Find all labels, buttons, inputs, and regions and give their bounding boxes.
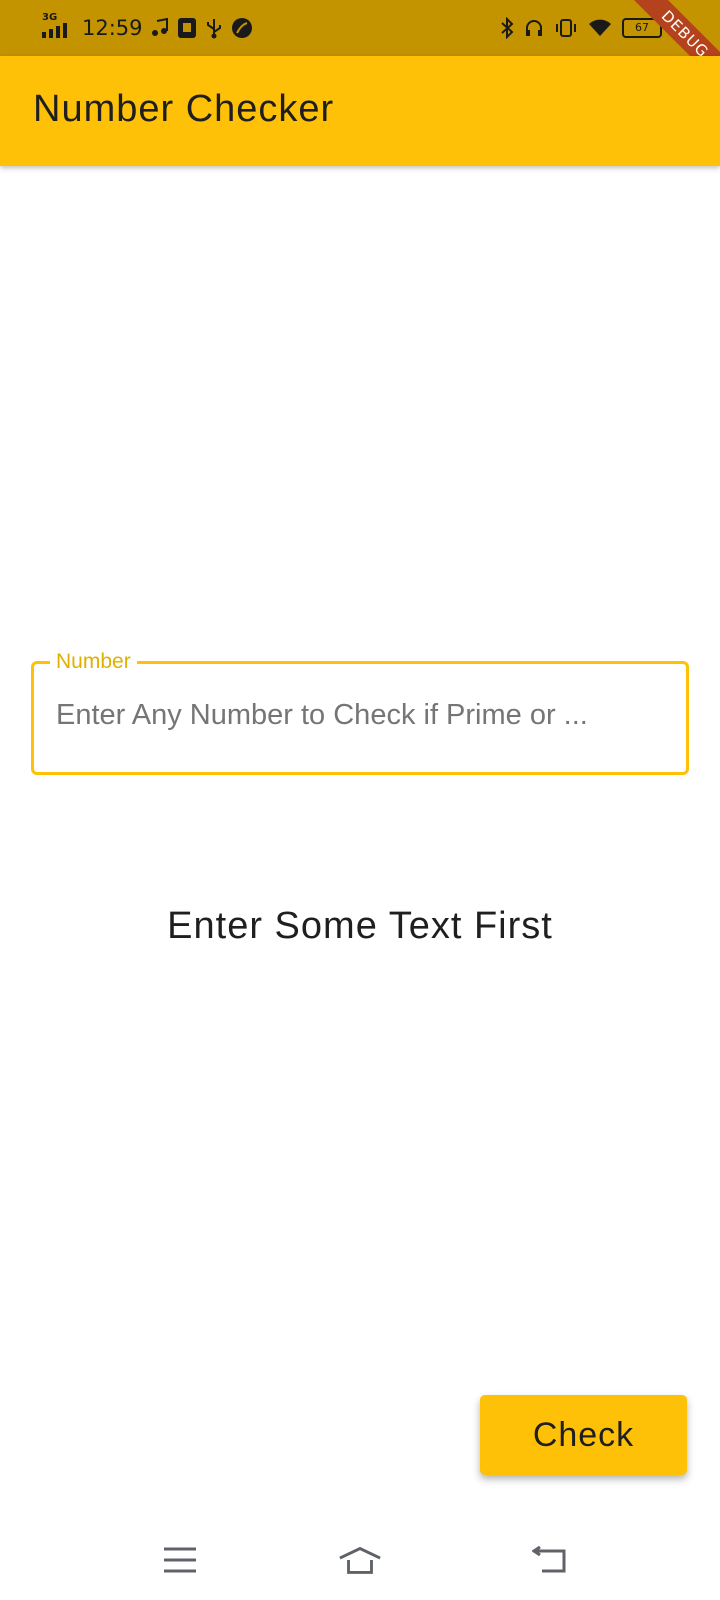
number-field[interactable]: Number	[31, 650, 689, 775]
usb-debug-icon	[177, 17, 197, 39]
vibrate-icon	[554, 18, 578, 38]
result-text: Enter Some Text First	[167, 905, 553, 947]
navigation-bar	[0, 1520, 720, 1600]
home-icon[interactable]	[338, 1538, 382, 1582]
screen: 3G 12:59 67 DEBUG Number Checker Number …	[0, 0, 720, 1600]
status-bar: 3G 12:59 67 DEBUG	[0, 0, 720, 96]
signal-icon: 3G	[40, 12, 74, 40]
page-title: Number Checker	[33, 88, 335, 130]
status-right: 67	[500, 14, 662, 42]
bluetooth-icon	[500, 17, 514, 39]
app-bar: Number Checker	[0, 56, 720, 166]
number-field-label: Number	[50, 650, 137, 674]
menu-icon[interactable]	[158, 1538, 202, 1582]
music-icon	[151, 18, 169, 38]
check-button[interactable]: Check	[480, 1395, 687, 1475]
status-left: 3G 12:59	[40, 12, 253, 42]
headphones-icon	[524, 18, 544, 38]
status-time: 12:59	[82, 16, 143, 40]
network-type: 3G	[42, 12, 58, 23]
leaf-icon	[231, 17, 253, 39]
battery-level: 67	[635, 21, 649, 34]
back-icon[interactable]	[528, 1538, 572, 1582]
usb-icon	[205, 17, 223, 39]
number-input[interactable]	[54, 692, 668, 738]
wifi-icon	[588, 18, 612, 38]
